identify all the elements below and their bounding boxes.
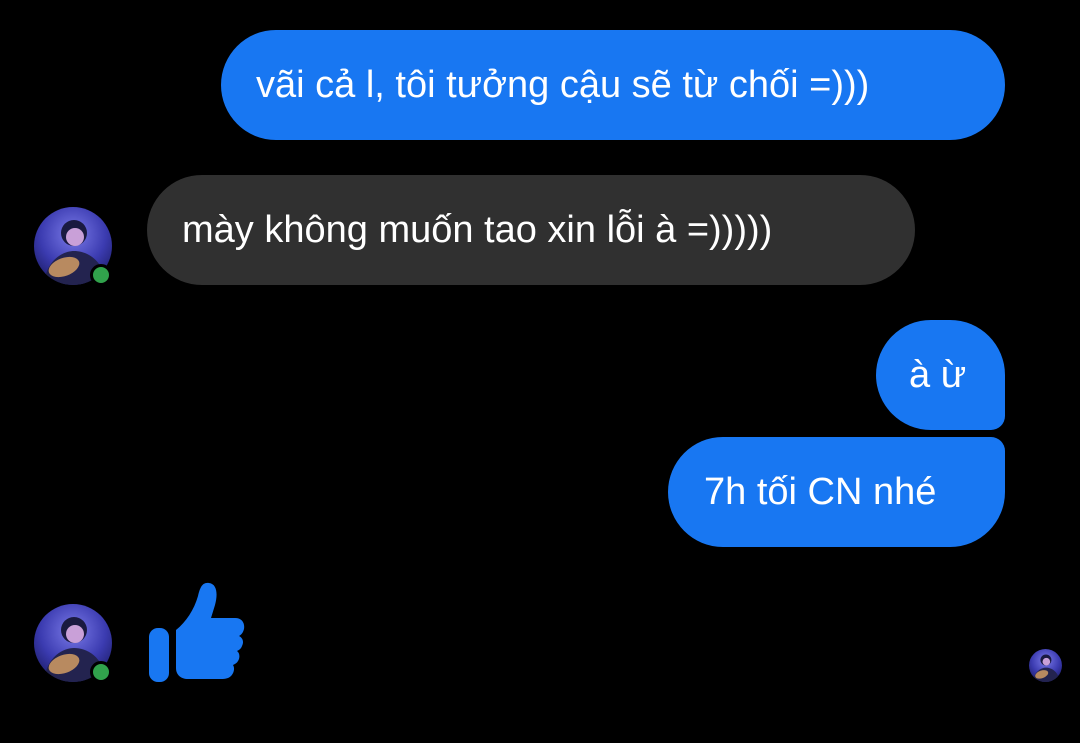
- seen-avatar-photo: [1029, 649, 1062, 682]
- message-text: 7h tối CN nhé: [704, 471, 937, 513]
- message-text: vãi cả l, tôi tưởng cậu sẽ từ chối =))): [256, 64, 870, 106]
- message-text: à ừ: [909, 354, 967, 396]
- outgoing-message-bubble[interactable]: 7h tối CN nhé: [668, 437, 1005, 547]
- online-status-indicator: [90, 661, 112, 683]
- thumbs-up-icon: [149, 582, 245, 682]
- outgoing-message-bubble[interactable]: vãi cả l, tôi tưởng cậu sẽ từ chối =))): [221, 30, 1005, 140]
- outgoing-message-bubble[interactable]: à ừ: [876, 320, 1005, 430]
- online-status-indicator: [90, 264, 112, 286]
- seen-avatar-icon: [1029, 649, 1062, 682]
- like-sticker[interactable]: [146, 580, 248, 684]
- message-text: mày không muốn tao xin lỗi à =))))): [182, 209, 773, 251]
- contact-avatar[interactable]: [34, 207, 112, 286]
- incoming-message-bubble[interactable]: mày không muốn tao xin lỗi à =))))): [147, 175, 915, 285]
- contact-avatar[interactable]: [34, 604, 112, 683]
